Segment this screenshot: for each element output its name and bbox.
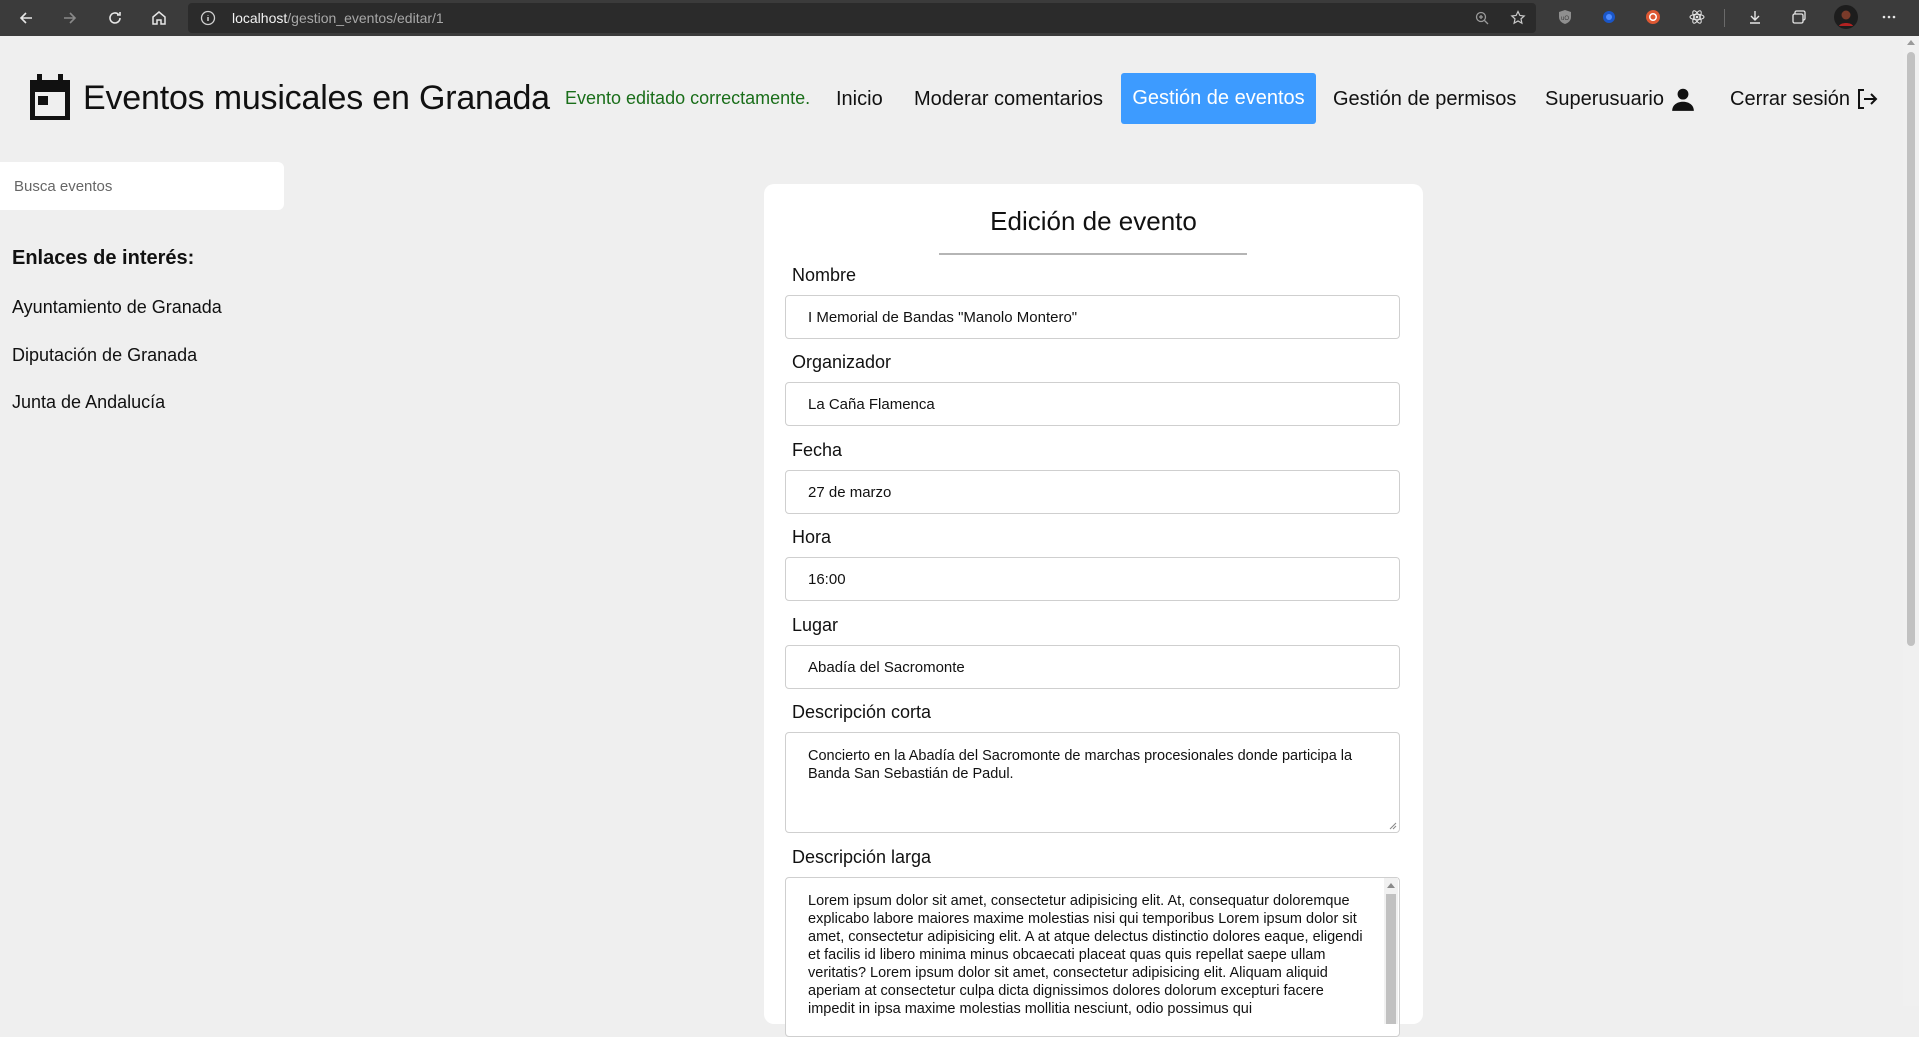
- descripcion-corta-label: Descripción corta: [792, 702, 932, 722]
- textarea-scrollbar-thumb[interactable]: [1386, 894, 1396, 1024]
- lugar-label: Lugar: [792, 615, 839, 635]
- info-icon[interactable]: [200, 10, 216, 26]
- title-divider: [939, 253, 1247, 255]
- descripcion-larga-textarea[interactable]: Lorem ipsum dolor sit amet, consectetur …: [785, 877, 1400, 1037]
- home-icon[interactable]: [141, 0, 177, 36]
- zoom-icon[interactable]: [1474, 10, 1490, 26]
- nav-moderar-comentarios[interactable]: Moderar comentarios: [914, 84, 1103, 114]
- page-scrollbar-thumb[interactable]: [1907, 52, 1915, 646]
- site-title[interactable]: Eventos musicales en Granada: [83, 78, 550, 118]
- nav-inicio[interactable]: Inicio: [836, 84, 883, 114]
- shield-extension-icon[interactable]: uO: [1556, 8, 1574, 26]
- url-path: /gestion_eventos/editar/1: [287, 10, 444, 26]
- downloads-icon[interactable]: [1746, 8, 1764, 26]
- fecha-input[interactable]: [785, 470, 1400, 514]
- hora-label: Hora: [792, 527, 832, 547]
- collections-icon[interactable]: [1790, 8, 1808, 26]
- link-diputacion[interactable]: Diputación de Granada: [12, 345, 197, 366]
- descripcion-larga-label: Descripción larga: [792, 847, 932, 867]
- back-icon[interactable]: [8, 0, 44, 36]
- nombre-label: Nombre: [792, 265, 857, 285]
- nav-gestion-permisos[interactable]: Gestión de permisos: [1333, 84, 1516, 114]
- address-bar[interactable]: localhost/gestion_eventos/editar/1: [188, 3, 1536, 33]
- logout-icon[interactable]: [1855, 87, 1879, 111]
- react-devtools-icon[interactable]: [1688, 8, 1706, 26]
- nombre-input[interactable]: [785, 295, 1400, 339]
- reload-icon[interactable]: [97, 0, 133, 36]
- textarea-scroll-up-icon[interactable]: [1387, 883, 1395, 888]
- favorites-icon[interactable]: [1510, 10, 1526, 26]
- profile-avatar[interactable]: [1834, 5, 1858, 29]
- form-title: Edición de evento: [990, 206, 1197, 236]
- user-icon[interactable]: [1670, 86, 1696, 112]
- edit-event-form: Edición de evento Nombre Organizador Fec…: [764, 184, 1423, 1037]
- status-message: Evento editado correctamente.: [565, 88, 811, 108]
- blue-circle-extension-icon[interactable]: [1600, 8, 1618, 26]
- organizador-input[interactable]: [785, 382, 1400, 426]
- duckduckgo-extension-icon[interactable]: [1644, 8, 1662, 26]
- calendar-icon: [30, 74, 70, 120]
- link-ayuntamiento[interactable]: Ayuntamiento de Granada: [12, 297, 222, 318]
- nav-gestion-eventos-label: Gestión de eventos: [1132, 87, 1305, 109]
- nav-superusuario[interactable]: Superusuario: [1545, 84, 1664, 114]
- organizador-label: Organizador: [792, 352, 892, 372]
- fecha-label: Fecha: [792, 440, 843, 460]
- hora-input[interactable]: [785, 557, 1400, 601]
- lugar-input[interactable]: [785, 645, 1400, 689]
- resize-grip-icon[interactable]: [1387, 820, 1397, 830]
- page-scrollbar[interactable]: [1903, 36, 1919, 1006]
- descripcion-corta-textarea[interactable]: Concierto en la Abadía del Sacromonte de…: [785, 732, 1400, 833]
- textarea-scrollbar[interactable]: [1384, 878, 1398, 1024]
- nav-gestion-eventos[interactable]: Gestión de eventos: [1121, 73, 1316, 124]
- forward-icon[interactable]: [52, 0, 88, 36]
- url-host: localhost: [232, 10, 288, 26]
- scroll-up-arrow-icon[interactable]: [1907, 40, 1915, 45]
- nav-cerrar-sesion[interactable]: Cerrar sesión: [1730, 84, 1850, 114]
- more-options-icon[interactable]: [1880, 8, 1898, 26]
- search-input[interactable]: [0, 162, 284, 210]
- links-heading: Enlaces de interés:: [12, 247, 195, 269]
- link-junta[interactable]: Junta de Andalucía: [12, 392, 165, 413]
- browser-toolbar: localhost/gestion_eventos/editar/1 uO: [0, 0, 1919, 36]
- svg-text:uO: uO: [1561, 16, 1569, 22]
